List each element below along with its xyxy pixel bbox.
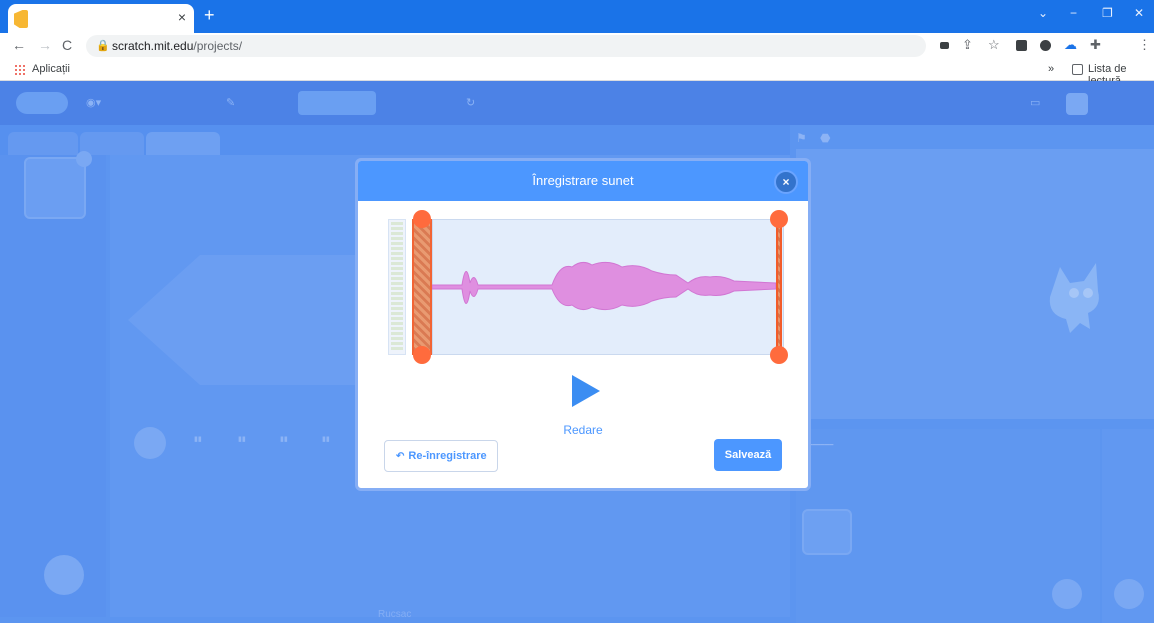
rerecord-label: Re-înregistrare bbox=[408, 450, 487, 462]
play-icon[interactable] bbox=[572, 375, 600, 407]
stop-icon: ⬣ bbox=[820, 131, 831, 145]
cloud-extension-icon[interactable]: ☁ bbox=[1064, 37, 1077, 53]
add-sound-icon bbox=[44, 555, 84, 595]
level-meter bbox=[388, 219, 406, 355]
sprite-thumbnail bbox=[802, 509, 852, 555]
language-globe-icon: ◉▾ bbox=[86, 97, 102, 109]
editor-tabs bbox=[0, 125, 790, 155]
share-project-icon: ↻ bbox=[466, 97, 476, 109]
tab-search-icon[interactable]: ⌄ bbox=[1038, 6, 1048, 20]
trim-end-handle[interactable] bbox=[776, 219, 782, 355]
bookmarks-overflow-icon[interactable]: » bbox=[1048, 63, 1054, 75]
sound-item bbox=[24, 157, 86, 219]
record-sound-modal: Înregistrare sunet × Redare ↶ Re-înregist… bbox=[355, 158, 811, 491]
add-backdrop-icon bbox=[1114, 579, 1144, 609]
my-stuff-icon: ▭ bbox=[1030, 97, 1041, 109]
forward-button[interactable]: → bbox=[38, 37, 52, 53]
scratch-favicon-icon bbox=[14, 10, 28, 28]
new-tab-button[interactable]: + bbox=[204, 5, 215, 26]
add-sprite-icon bbox=[1052, 579, 1082, 609]
url-path: /projects/ bbox=[193, 39, 243, 53]
trim-start-bottom-knob[interactable] bbox=[413, 346, 431, 364]
scratch-cat-icon bbox=[1049, 263, 1099, 333]
scratch-logo bbox=[16, 92, 68, 114]
tab-close-icon[interactable]: × bbox=[178, 9, 186, 25]
trim-end-top-knob[interactable] bbox=[770, 210, 788, 228]
modal-title: Înregistrare sunet bbox=[532, 173, 634, 188]
reading-list-icon bbox=[1072, 64, 1083, 75]
trim-start-handle[interactable] bbox=[412, 219, 432, 355]
sound-waveform bbox=[432, 261, 777, 311]
tab-sounds bbox=[146, 132, 220, 155]
browser-tab[interactable]: × bbox=[8, 4, 194, 33]
effect-slower-icon: ▮▮ bbox=[238, 436, 246, 443]
modal-header: Înregistrare sunet × bbox=[358, 161, 808, 201]
reload-button[interactable]: C bbox=[62, 37, 72, 53]
tab-code bbox=[8, 132, 78, 155]
extension-1-icon[interactable] bbox=[1016, 40, 1027, 51]
trim-start-top-knob[interactable] bbox=[413, 210, 431, 228]
stage-area: ⚑ ⬣ ━━━━━━ bbox=[796, 125, 1154, 623]
tab-costumes bbox=[80, 132, 144, 155]
play-label[interactable]: Redare bbox=[358, 423, 808, 437]
rerecord-arrow-icon: ↶ bbox=[396, 451, 405, 462]
effect-softer-icon: ▮▮ bbox=[322, 436, 330, 443]
rerecord-button[interactable]: ↶ Re-înregistrare bbox=[384, 440, 498, 472]
close-button[interactable]: × bbox=[774, 170, 798, 194]
tutorials-icon: ✎ bbox=[226, 97, 236, 109]
effect-louder-icon: ▮▮ bbox=[280, 436, 288, 443]
backdrop-panel bbox=[1102, 429, 1154, 623]
save-button[interactable]: Salvează bbox=[714, 439, 782, 471]
camera-icon[interactable] bbox=[940, 42, 949, 49]
background-play-icon bbox=[134, 427, 166, 459]
trim-end-bottom-knob[interactable] bbox=[770, 346, 788, 364]
effect-faster-icon: ▮▮ bbox=[194, 436, 202, 443]
green-flag-icon: ⚑ bbox=[796, 131, 807, 145]
waveform-editor bbox=[386, 207, 788, 365]
scratch-menubar: ◉▾ ✎ ↻ ▭ bbox=[0, 81, 1154, 125]
minimize-button[interactable]: − bbox=[1070, 6, 1077, 20]
close-window-button[interactable]: ✕ bbox=[1134, 6, 1144, 20]
delete-sound-icon bbox=[76, 151, 92, 167]
backpack-label: Rucsac bbox=[378, 609, 412, 620]
sound-list bbox=[0, 151, 106, 617]
back-button[interactable]: ← bbox=[12, 37, 26, 53]
url-host: scratch.mit.edu bbox=[112, 39, 194, 53]
stage bbox=[796, 149, 1154, 419]
browser-menu-icon[interactable]: ⋮ bbox=[1138, 37, 1151, 53]
restore-button[interactable]: ❐ bbox=[1102, 6, 1113, 20]
extension-2-icon[interactable] bbox=[1040, 40, 1051, 51]
sprite-name-field: ━━━━━━ bbox=[808, 442, 834, 449]
extensions-puzzle-icon[interactable]: ✚ bbox=[1090, 37, 1101, 53]
address-bar: ← → C 🔒 scratch.mit.edu/projects/ ⇪ ☆ ☁ … bbox=[0, 33, 1154, 59]
url-input[interactable]: 🔒 scratch.mit.edu/projects/ bbox=[86, 35, 926, 57]
share-icon[interactable]: ⇪ bbox=[962, 37, 973, 53]
project-title-field bbox=[298, 91, 376, 115]
avatar bbox=[1066, 93, 1088, 115]
lock-icon: 🔒 bbox=[96, 40, 110, 52]
bookmarks-bar: Aplicații » Lista de lectură bbox=[0, 59, 1154, 87]
browser-tab-strip: × + ⌄ − ❐ ✕ bbox=[0, 0, 1154, 33]
apps-bookmark[interactable]: Aplicații bbox=[32, 63, 70, 75]
apps-grid-icon[interactable] bbox=[14, 64, 26, 76]
bookmark-star-icon[interactable]: ☆ bbox=[988, 37, 1000, 53]
sprite-panel: ━━━━━━ bbox=[796, 429, 1100, 623]
